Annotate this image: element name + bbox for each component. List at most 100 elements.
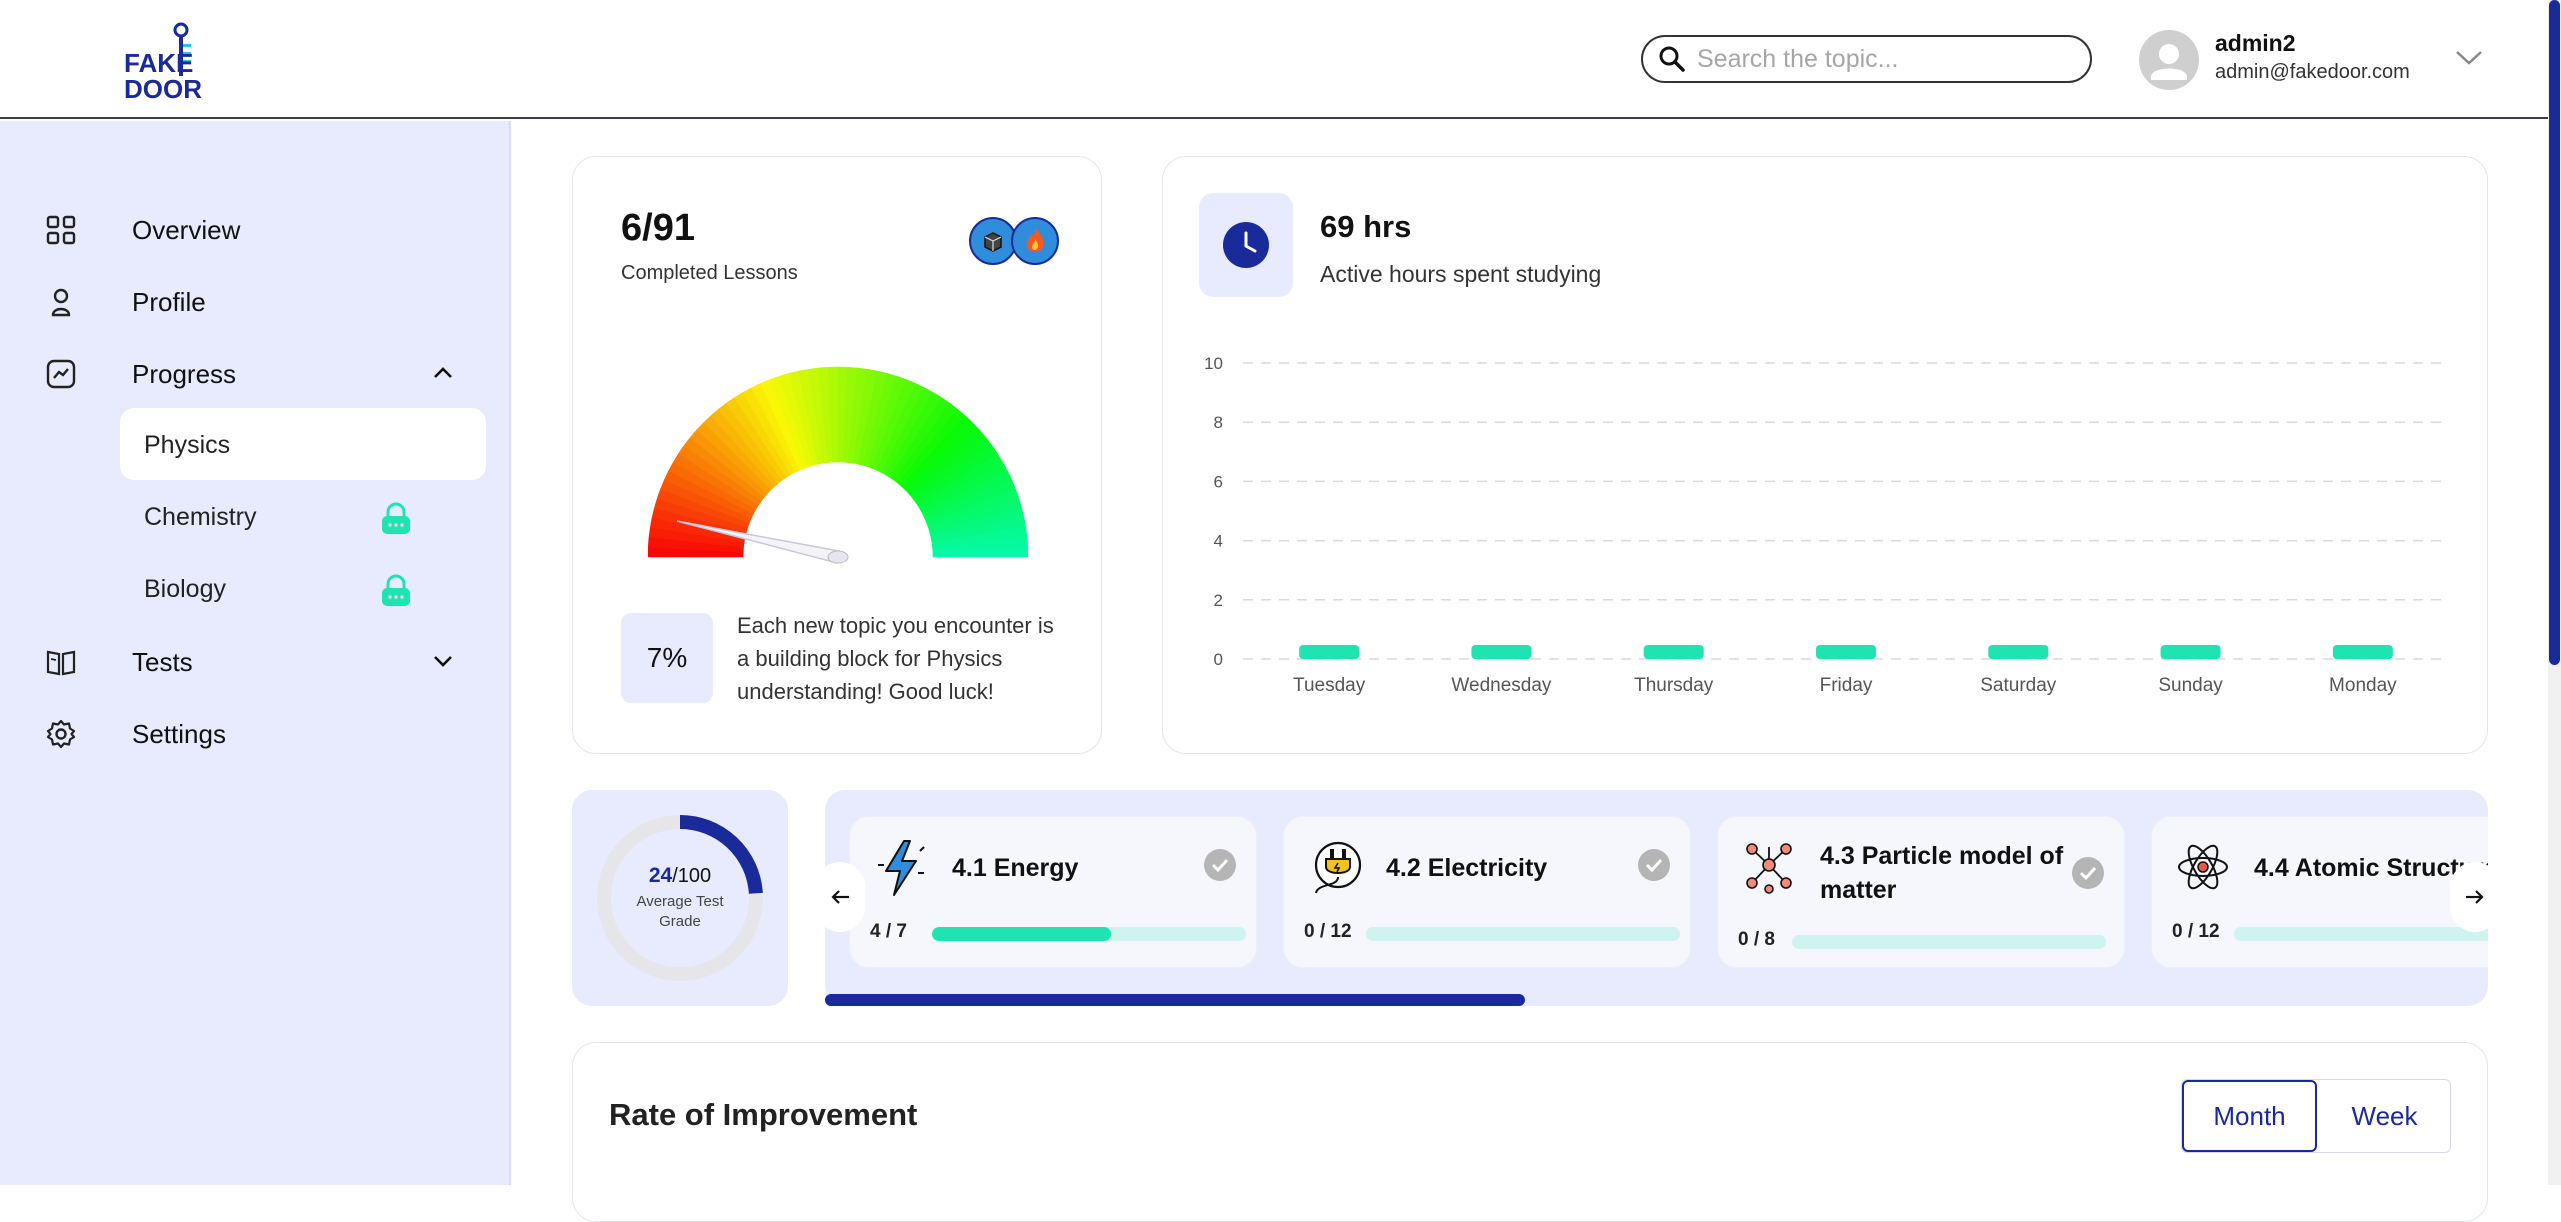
bar bbox=[1643, 645, 1704, 659]
carousel-prev-button[interactable] bbox=[825, 862, 865, 932]
rate-of-improvement-card: Rate of Improvement Week Month bbox=[572, 1042, 2488, 1222]
topic-title: 4.2 Electricity bbox=[1386, 854, 1548, 882]
arrow-right-icon bbox=[2466, 890, 2484, 904]
fire-badge-icon bbox=[1011, 217, 1059, 265]
topic-count: 0 / 12 bbox=[2172, 921, 2220, 942]
lock-icon bbox=[382, 574, 410, 606]
sidebar-item-label: Overview bbox=[132, 215, 241, 245]
topic-progress-bar bbox=[1792, 935, 2106, 949]
user-name: admin2 bbox=[2215, 30, 2296, 56]
cube-badge-icon bbox=[969, 217, 1017, 265]
y-tick-label: 2 bbox=[1214, 591, 1223, 610]
sidebar-subitem-chemistry[interactable]: Chemistry bbox=[120, 480, 486, 552]
lightning-icon bbox=[878, 840, 925, 896]
topic-count: 0 / 12 bbox=[1304, 921, 1352, 942]
completed-lessons-card: 6/91 Completed Lessons 7% Each new topic… bbox=[572, 156, 1102, 754]
hours-value: 69 hrs bbox=[1320, 209, 1412, 244]
clock-tile bbox=[1199, 193, 1293, 297]
study-hours-bar-chart: 0 2 4 6 8 10 Tuesday Wednesday Thursday Friday Sat… bbox=[1204, 354, 2449, 696]
sidebar-item-settings[interactable]: Settings bbox=[0, 703, 500, 763]
top-header: FAKE DOOR admin2 admin@fakedoor.com bbox=[0, 0, 2548, 119]
y-tick-label: 0 bbox=[1214, 650, 1223, 669]
x-tick-label: Friday bbox=[1820, 675, 1873, 696]
user-email: admin@fakedoor.com bbox=[2215, 61, 2410, 83]
bar bbox=[1471, 645, 1532, 659]
sidebar-subitem-label: Physics bbox=[144, 431, 231, 459]
rate-title: Rate of Improvement bbox=[609, 1097, 918, 1132]
topics-carousel[interactable]: 4.1 Energy 4 / 7 4.2 Electricity 0 / 12 bbox=[825, 790, 2488, 1006]
topic-card-electricity[interactable]: 4.2 Electricity 0 / 12 bbox=[1283, 816, 1691, 968]
topic-progress-bar bbox=[2234, 927, 2488, 941]
chevron-up-icon[interactable] bbox=[432, 365, 454, 381]
sidebar-item-profile[interactable]: Profile bbox=[0, 271, 500, 331]
gear-icon bbox=[46, 719, 76, 749]
search-box[interactable] bbox=[1641, 35, 2092, 83]
check-icon bbox=[2072, 857, 2104, 889]
topic-progress-bar bbox=[932, 927, 1246, 941]
x-tick-label: Thursday bbox=[1634, 675, 1714, 696]
chevron-down-icon[interactable] bbox=[432, 653, 454, 669]
check-icon bbox=[1204, 849, 1236, 881]
plug-icon bbox=[1314, 841, 1362, 894]
chevron-down-icon[interactable] bbox=[2454, 48, 2484, 68]
sidebar-subitem-label: Chemistry bbox=[144, 503, 257, 531]
y-tick-label: 6 bbox=[1214, 472, 1223, 491]
sidebar-item-tests[interactable]: Tests bbox=[0, 631, 500, 691]
search-input[interactable] bbox=[1697, 44, 2057, 74]
x-tick-label: Sunday bbox=[2158, 675, 2223, 696]
topic-card-particle-model[interactable]: 4.3 Particle model of matter 0 / 8 bbox=[1717, 816, 2125, 968]
topic-card-energy[interactable]: 4.1 Energy 4 / 7 bbox=[849, 816, 1257, 968]
topic-count: 4 / 7 bbox=[870, 921, 907, 942]
chart-icon bbox=[46, 359, 76, 389]
progress-gauge bbox=[648, 366, 1028, 564]
sidebar-subitem-physics[interactable]: Physics bbox=[120, 408, 486, 480]
bar bbox=[1816, 645, 1876, 659]
lessons-label: Completed Lessons bbox=[621, 262, 798, 284]
bar bbox=[2332, 645, 2393, 659]
sidebar-item-label: Settings bbox=[132, 719, 226, 749]
grade-score: 24/100 bbox=[572, 864, 788, 888]
sidebar-subitem-label: Biology bbox=[144, 575, 226, 603]
bar bbox=[2160, 645, 2221, 659]
atom-icon bbox=[2178, 844, 2228, 890]
carousel-next-button[interactable] bbox=[2450, 862, 2488, 932]
week-button[interactable]: Week bbox=[2317, 1080, 2452, 1152]
user-icon bbox=[2151, 44, 2187, 80]
page-scrollbar-thumb[interactable] bbox=[2549, 0, 2560, 665]
active-hours-card: 69 hrs Active hours spent studying 0 2 4 6 8… bbox=[1162, 156, 2488, 754]
sidebar-item-overview[interactable]: Overview bbox=[0, 199, 500, 259]
grade-label: Average Test Grade bbox=[636, 893, 724, 930]
search-icon bbox=[1659, 46, 1685, 72]
grid-icon bbox=[46, 215, 76, 245]
encouragement-text: Each new topic you encounter is a buildi… bbox=[737, 613, 1054, 704]
person-icon bbox=[51, 288, 71, 317]
logo-text-bottom: DOOR bbox=[124, 74, 202, 102]
topic-title: 4.3 Particle model of matter bbox=[1820, 842, 2064, 904]
bar bbox=[1988, 645, 2049, 659]
achievement-badges[interactable] bbox=[969, 215, 1061, 267]
sidebar-subitem-biology[interactable]: Biology bbox=[120, 552, 486, 624]
book-icon bbox=[46, 650, 76, 676]
carousel-scrollbar-thumb[interactable] bbox=[825, 994, 1525, 1006]
gauge-needle-hub bbox=[827, 550, 849, 564]
y-tick-label: 4 bbox=[1214, 532, 1223, 551]
topic-card-atomic-structure[interactable]: 4.4 Atomic Structure 0 / 12 bbox=[2151, 816, 2488, 968]
sidebar-item-label: Tests bbox=[132, 647, 193, 677]
sidebar: Overview Profile Progress Physics Chemis… bbox=[0, 121, 511, 1185]
sidebar-item-label: Progress bbox=[132, 359, 237, 389]
arrow-left-icon bbox=[831, 890, 849, 904]
period-toggle: Week Month bbox=[2181, 1079, 2451, 1153]
x-tick-label: Monday bbox=[2329, 675, 2397, 696]
lessons-count: 6/91 bbox=[621, 207, 695, 249]
fakedoor-logo[interactable]: FAKE DOOR bbox=[122, 22, 214, 102]
topic-progress-fill bbox=[932, 927, 1112, 941]
avatar[interactable] bbox=[2139, 30, 2199, 90]
x-tick-label: Wednesday bbox=[1451, 675, 1551, 696]
sidebar-item-progress[interactable]: Progress bbox=[0, 343, 500, 403]
clock-icon bbox=[1223, 222, 1269, 268]
month-button[interactable]: Month bbox=[2182, 1080, 2317, 1152]
grade-score-value: 24 bbox=[648, 864, 673, 887]
molecule-icon bbox=[1746, 843, 1792, 894]
check-icon bbox=[1638, 849, 1670, 881]
x-tick-label: Saturday bbox=[1980, 675, 2057, 696]
